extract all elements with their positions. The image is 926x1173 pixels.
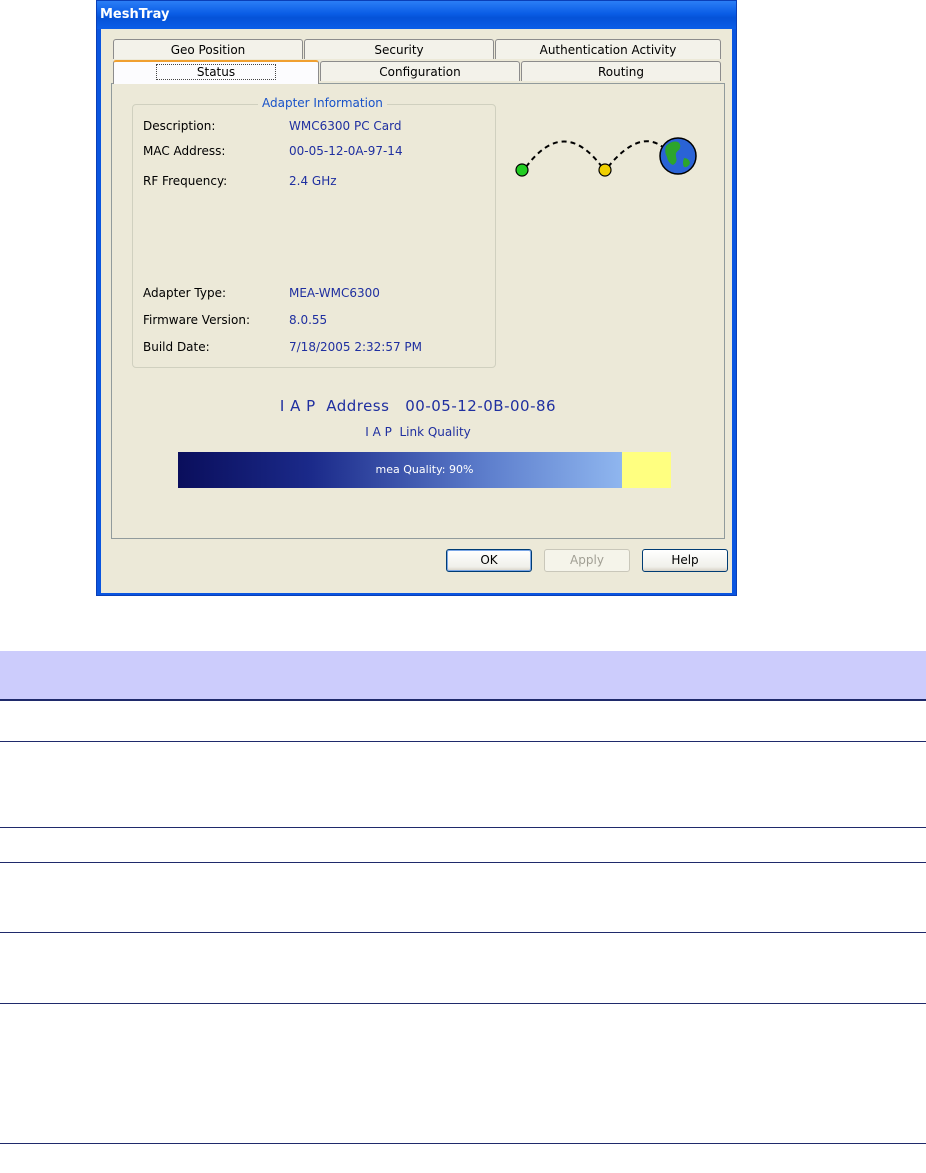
mac-address-label: MAC Address:	[143, 144, 226, 158]
globe-icon	[659, 137, 697, 175]
window-title[interactable]: MeshTray	[97, 1, 736, 29]
row-description: Description: WMC6300 PC Card	[143, 118, 401, 134]
iap-address: I A P Address 00-05-12-0B-00-86	[112, 397, 724, 415]
link-quality-bar: mea Quality: 90%	[178, 452, 671, 488]
table-row-divider	[0, 932, 926, 933]
dialog-client: Geo Position Security Authentication Act…	[101, 29, 732, 593]
node-green-icon	[515, 163, 529, 177]
tab-geo-position[interactable]: Geo Position	[113, 39, 303, 59]
build-date-label: Build Date:	[143, 340, 210, 354]
tab-security[interactable]: Security	[304, 39, 494, 59]
adapter-type-label: Adapter Type:	[143, 286, 227, 300]
apply-button[interactable]: Apply	[544, 549, 630, 572]
tab-configuration[interactable]: Configuration	[320, 61, 520, 81]
table-header	[0, 651, 926, 701]
hop-arc-2	[607, 140, 665, 168]
tab-status-label: Status	[155, 64, 277, 80]
firmware-version-value: 8.0.55	[289, 313, 328, 327]
node-yellow-icon	[598, 163, 612, 177]
description-label: Description:	[143, 119, 216, 133]
link-quality-text: mea Quality: 90%	[375, 463, 474, 476]
status-tab-panel: Adapter Information Description: WMC6300 …	[111, 83, 725, 539]
help-button[interactable]: Help	[642, 549, 728, 572]
description-value: WMC6300 PC Card	[289, 119, 402, 133]
iap-address-label: I A P Address	[279, 397, 390, 415]
row-build-date: Build Date: 7/18/2005 2:32:57 PM	[143, 339, 422, 355]
row-adapter-type: Adapter Type: MEA-WMC6300	[143, 285, 380, 301]
mac-address-value: 00-05-12-0A-97-14	[289, 144, 403, 158]
table-row-divider	[0, 1143, 926, 1144]
hop-arc-1	[525, 140, 603, 168]
table-row-divider	[0, 741, 926, 742]
rf-frequency-label: RF Frequency:	[143, 174, 228, 188]
iap-link-quality-label: I A P Link Quality	[365, 425, 471, 439]
iap-address-value: 00-05-12-0B-00-86	[405, 397, 557, 415]
row-rf-frequency: RF Frequency: 2.4 GHz	[143, 173, 337, 189]
adapter-type-value: MEA-WMC6300	[289, 286, 380, 300]
tab-status[interactable]: Status	[113, 60, 319, 84]
rf-frequency-value: 2.4 GHz	[289, 174, 337, 188]
table-row-divider	[0, 827, 926, 828]
tab-authentication-activity[interactable]: Authentication Activity	[495, 39, 721, 59]
ok-button[interactable]: OK	[446, 549, 532, 572]
table-row-divider	[0, 862, 926, 863]
row-firmware-version: Firmware Version: 8.0.55	[143, 312, 327, 328]
adapter-information-group: Adapter Information Description: WMC6300 …	[132, 96, 496, 368]
group-title: Adapter Information	[258, 96, 387, 110]
meshtray-window: MeshTray Geo Position Security Authentic…	[96, 0, 737, 596]
mesh-hop-graphic	[515, 137, 697, 177]
firmware-version-label: Firmware Version:	[143, 313, 250, 327]
row-mac-address: MAC Address: 00-05-12-0A-97-14	[143, 143, 403, 159]
table-row-divider	[0, 1003, 926, 1004]
build-date-value: 7/18/2005 2:32:57 PM	[289, 340, 423, 354]
tab-routing[interactable]: Routing	[521, 61, 721, 81]
